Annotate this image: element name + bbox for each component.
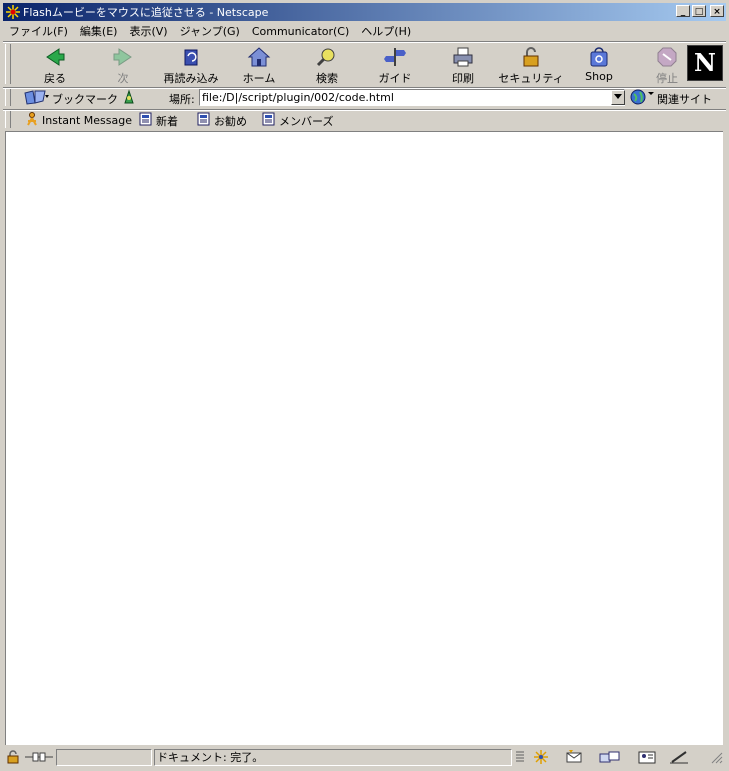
page-content[interactable]: [5, 131, 723, 745]
component-bar-grip[interactable]: [515, 750, 525, 764]
bookmark-members-button[interactable]: メンバーズ: [262, 112, 333, 129]
bookmark-recommend-button[interactable]: お勧め: [197, 112, 247, 129]
back-arrow-icon: [43, 46, 67, 68]
back-button[interactable]: 戻る: [25, 46, 85, 86]
minimize-button[interactable]: _: [676, 5, 690, 17]
reload-icon: [179, 46, 203, 68]
chevron-down-icon: [614, 94, 622, 99]
url-dropdown-button[interactable]: [611, 90, 625, 105]
url-input[interactable]: file:/D|/script/plugin/002/code.html: [199, 89, 625, 106]
bookmark-page-icon: [262, 112, 276, 129]
newsgroups-icon[interactable]: [599, 750, 621, 764]
security-button[interactable]: セキュリティ: [498, 46, 564, 86]
shop-icon: [587, 46, 611, 68]
print-label: 印刷: [452, 72, 474, 85]
window-title: Flashムービーをマウスに追従させる - Netscape: [23, 6, 269, 19]
bookmark-new-label: 新着: [156, 114, 178, 128]
security-lock-icon[interactable]: [5, 750, 21, 764]
bookmark-new-button[interactable]: 新着: [139, 112, 178, 129]
shop-label: Shop: [585, 70, 613, 83]
toolbar-grip[interactable]: [5, 111, 11, 128]
menu-edit[interactable]: 編集(E): [74, 23, 124, 39]
resize-grip-icon[interactable]: [711, 752, 723, 764]
page-proxy-icon[interactable]: [121, 89, 137, 108]
home-icon: [247, 46, 271, 68]
bookmark-page-icon: [139, 112, 153, 129]
bookmark-members-label: メンバーズ: [279, 114, 334, 128]
bookmark-page-icon: [197, 112, 211, 129]
stop-icon: [655, 46, 679, 68]
reload-label: 再読み込み: [163, 72, 219, 85]
menu-communicator[interactable]: Communicator(C): [246, 25, 355, 38]
location-label: 場所:: [169, 93, 195, 106]
security-label: セキュリティ: [498, 72, 564, 85]
menu-file[interactable]: ファイル(F): [3, 23, 74, 39]
address-book-icon[interactable]: [637, 750, 659, 764]
guide-icon: [383, 46, 407, 68]
instant-message-button[interactable]: Instant Message: [25, 112, 132, 129]
search-icon: [315, 46, 339, 68]
connection-icon: [25, 750, 53, 764]
toolbar-grip[interactable]: [5, 44, 11, 84]
shop-button[interactable]: Shop: [569, 46, 629, 86]
lock-icon: [519, 46, 543, 68]
globe-icon: [629, 89, 655, 108]
print-button[interactable]: 印刷: [433, 46, 493, 86]
home-button[interactable]: ホーム: [229, 46, 289, 86]
menu-view[interactable]: 表示(V): [123, 23, 173, 39]
printer-icon: [451, 46, 475, 68]
guide-button[interactable]: ガイド: [365, 46, 425, 86]
forward-label: 次: [117, 72, 129, 85]
menu-help[interactable]: ヘルプ(H): [355, 23, 417, 39]
related-sites-label: 関連サイト: [657, 92, 712, 106]
back-label: 戻る: [44, 72, 66, 85]
instant-message-label: Instant Message: [42, 114, 132, 127]
maximize-button[interactable]: □: [692, 5, 706, 17]
bookmarks-icon: [23, 89, 49, 108]
title-bar[interactable]: Flashムービーをマウスに追従させる - Netscape _ □ ×: [3, 3, 726, 21]
related-sites-button[interactable]: 関連サイト: [629, 89, 712, 108]
bookmarks-label: ブックマーク: [52, 92, 118, 106]
forward-arrow-icon: [111, 46, 135, 68]
netscape-app-icon: [6, 5, 20, 19]
menu-bar: ファイル(F) 編集(E) 表示(V) ジャンプ(G) Communicator…: [3, 22, 726, 40]
forward-button[interactable]: 次: [93, 46, 153, 86]
status-text: ドキュメント: 完了。: [154, 749, 512, 766]
composer-icon[interactable]: [669, 750, 691, 764]
mail-icon[interactable]: [565, 750, 587, 764]
search-button[interactable]: 検索: [297, 46, 357, 86]
bookmark-recommend-label: お勧め: [214, 114, 247, 128]
toolbar-grip[interactable]: [5, 89, 11, 106]
location-toolbar: ブックマーク 場所: file:/D|/script/plugin/002/co…: [3, 88, 726, 108]
close-button[interactable]: ×: [710, 5, 724, 17]
stop-label: 停止: [656, 72, 678, 85]
search-label: 検索: [316, 72, 338, 85]
instant-message-icon: [25, 112, 39, 129]
home-label: ホーム: [242, 72, 276, 85]
netscape-logo[interactable]: N: [687, 45, 723, 81]
menu-go[interactable]: ジャンプ(G): [174, 23, 246, 39]
bookmarks-button[interactable]: ブックマーク: [23, 89, 118, 108]
progress-panel: [56, 749, 152, 766]
navigation-toolbar: 戻る 次 再読み込み ホーム 検索 ガイド 印刷 セキュリティ Shop 停止 …: [3, 42, 726, 88]
reload-button[interactable]: 再読み込み: [161, 46, 221, 86]
personal-toolbar: Instant Message 新着 お勧め メンバーズ: [3, 110, 726, 130]
status-bar: ドキュメント: 完了。: [3, 748, 726, 768]
navigator-icon[interactable]: [533, 750, 553, 764]
guide-label: ガイド: [378, 72, 412, 85]
